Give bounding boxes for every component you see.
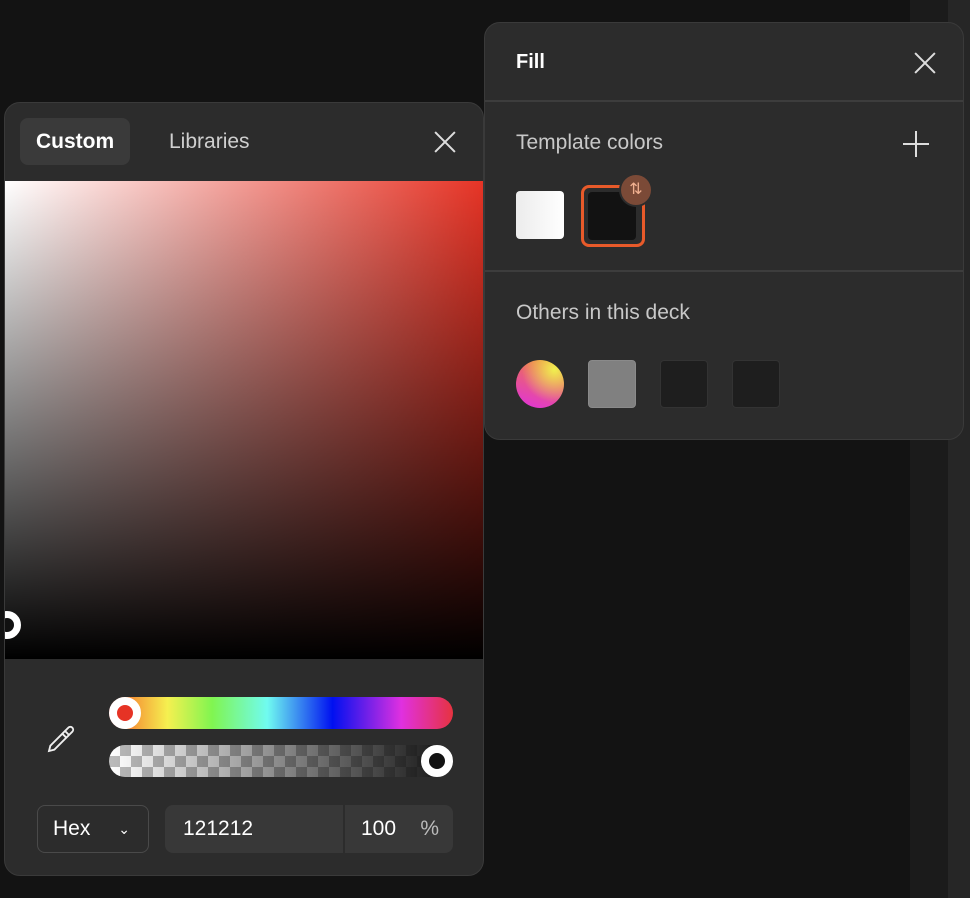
template-swatch-white[interactable]: [516, 191, 564, 239]
opacity-input[interactable]: 100%: [345, 805, 453, 853]
color-format-select[interactable]: Hex ⌄: [37, 805, 149, 853]
template-colors-heading: Template colors: [516, 131, 664, 154]
deck-swatch-gray[interactable]: [588, 360, 636, 408]
panel-title: Fill: [516, 51, 545, 73]
divider: [485, 100, 963, 102]
close-icon[interactable]: [433, 130, 457, 154]
hex-value: 121212: [183, 817, 254, 840]
adjust-sliders-icon[interactable]: ⇅: [619, 173, 653, 207]
others-heading: Others in this deck: [516, 301, 690, 324]
hue-handle[interactable]: [109, 697, 141, 729]
close-icon[interactable]: [913, 51, 937, 75]
hue-slider[interactable]: [109, 697, 453, 729]
percent-label: %: [420, 817, 439, 840]
deck-swatch-dark[interactable]: [660, 360, 708, 408]
color-picker-panel: Custom Libraries Hex ⌄ 121212 100%: [4, 102, 484, 876]
tab-libraries[interactable]: Libraries: [153, 118, 266, 165]
deck-swatch-gradient[interactable]: [516, 360, 564, 408]
deck-swatch-dark[interactable]: [732, 360, 780, 408]
format-value: Hex: [53, 817, 91, 840]
hex-input[interactable]: 121212: [165, 805, 343, 853]
tab-custom[interactable]: Custom: [20, 118, 131, 165]
opacity-slider[interactable]: [109, 745, 453, 777]
fill-panel: Fill Template colors ⇅ Others in this de…: [484, 22, 964, 440]
add-color-button[interactable]: [903, 131, 929, 157]
eyedropper-icon[interactable]: [45, 723, 77, 755]
divider: [485, 270, 963, 272]
opacity-handle[interactable]: [421, 745, 453, 777]
opacity-value: 100: [361, 817, 397, 840]
chevron-down-icon: ⌄: [118, 821, 130, 837]
saturation-value-area[interactable]: [5, 181, 483, 659]
